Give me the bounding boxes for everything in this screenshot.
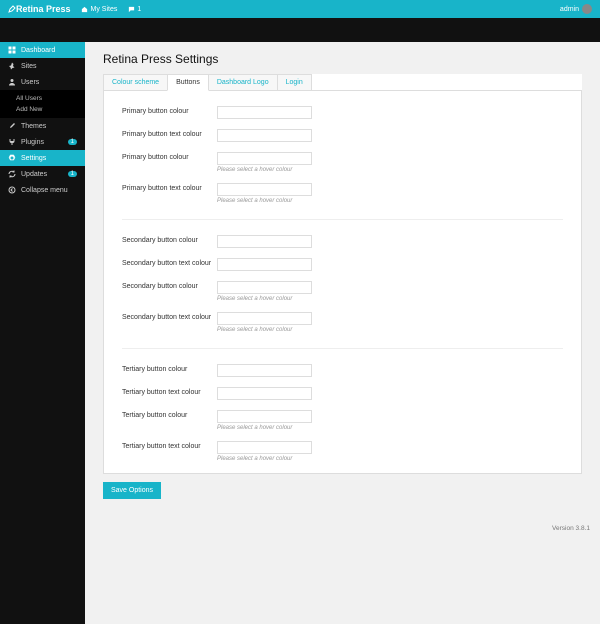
field-row: Primary button text colour (104, 124, 581, 147)
field-hint: Please select a hover colour (217, 327, 312, 333)
field-label: Tertiary button colour (122, 364, 217, 373)
tab-buttons[interactable]: Buttons (167, 74, 209, 91)
sidebar-item-label: Dashboard (21, 47, 55, 54)
sidebar-badge: 1 (68, 171, 77, 177)
field-row: Tertiary button colourPlease select a ho… (104, 405, 581, 436)
brand-label: Retina Press (16, 4, 71, 14)
colour-input[interactable] (217, 235, 312, 248)
sidebar-item-label: Sites (21, 63, 37, 70)
sidebar-item-updates[interactable]: Updates 1 (0, 166, 85, 182)
field-row: Tertiary button colour (104, 359, 581, 382)
page-title: Retina Press Settings (85, 42, 600, 74)
field-row: Primary button colourPlease select a hov… (104, 147, 581, 178)
field-row: Secondary button colourPlease select a h… (104, 276, 581, 307)
field-hint: Please select a hover colour (217, 456, 312, 462)
field-row: Primary button text colourPlease select … (104, 178, 581, 209)
settings-panel: Primary button colour Primary button text… (103, 91, 582, 474)
tab-dashboard-logo[interactable]: Dashboard Logo (208, 74, 278, 90)
colour-input[interactable] (217, 106, 312, 119)
version-label: Version 3.8.1 (85, 519, 600, 538)
admin-bar: Retina Press My Sites 1 admin (0, 0, 600, 18)
user-icon (8, 78, 16, 86)
field-hint: Please select a hover colour (217, 296, 312, 302)
field-row: Tertiary button text colour (104, 382, 581, 405)
colour-input[interactable] (217, 364, 312, 377)
field-label: Primary button colour (122, 152, 217, 161)
sidebar-item-label: Settings (21, 155, 46, 162)
user-menu[interactable]: admin (560, 4, 592, 14)
sidebar-item-collapse-menu[interactable]: Collapse menu (0, 182, 85, 198)
comment-icon (127, 5, 135, 13)
colour-input[interactable] (217, 129, 312, 142)
field-label: Tertiary button text colour (122, 441, 217, 450)
refresh-icon (8, 170, 16, 178)
colour-input[interactable] (217, 312, 312, 325)
sidebar-item-label: Users (21, 79, 39, 86)
user-label: admin (560, 6, 579, 13)
sidebar-item-sites[interactable]: Sites (0, 58, 85, 74)
brush-icon (8, 122, 16, 130)
plug-icon (8, 138, 16, 146)
sidebar-item-dashboard[interactable]: Dashboard (0, 42, 85, 58)
house-icon (81, 5, 89, 13)
sidebar-item-settings[interactable]: Settings (0, 150, 85, 166)
field-row: Primary button colour (104, 101, 581, 124)
colour-input[interactable] (217, 183, 312, 196)
field-row: Secondary button colour (104, 230, 581, 253)
field-row: Tertiary button text colourPlease select… (104, 436, 581, 467)
field-hint: Please select a hover colour (217, 425, 312, 431)
sidebar-item-themes[interactable]: Themes (0, 118, 85, 134)
my-sites-link[interactable]: My Sites (81, 5, 118, 13)
colour-input[interactable] (217, 387, 312, 400)
field-label: Tertiary button text colour (122, 387, 217, 396)
colour-input[interactable] (217, 152, 312, 165)
sidebar-item-plugins[interactable]: Plugins 1 (0, 134, 85, 150)
save-options-button[interactable]: Save Options (103, 482, 161, 499)
sidebar-badge: 1 (68, 139, 77, 145)
my-sites-label: My Sites (91, 6, 118, 13)
comments-count: 1 (137, 6, 141, 13)
sidebar-item-label: Updates (21, 171, 47, 178)
collapse-icon (8, 186, 16, 194)
tab-login[interactable]: Login (277, 74, 312, 90)
field-row: Secondary button text colour (104, 253, 581, 276)
colour-input[interactable] (217, 410, 312, 423)
sidebar-submenu: All UsersAdd New (0, 90, 85, 118)
field-hint: Please select a hover colour (217, 167, 312, 173)
sidebar-item-label: Themes (21, 123, 46, 130)
black-strip (0, 18, 600, 42)
colour-input[interactable] (217, 441, 312, 454)
field-label: Primary button colour (122, 106, 217, 115)
divider (122, 348, 563, 349)
sidebar-item-label: Collapse menu (21, 187, 68, 194)
field-label: Tertiary button colour (122, 410, 217, 419)
field-label: Secondary button text colour (122, 312, 217, 321)
pin-icon (8, 62, 16, 70)
field-label: Secondary button text colour (122, 258, 217, 267)
tabs: Colour schemeButtonsDashboard LogoLogin (103, 74, 582, 91)
field-label: Primary button text colour (122, 183, 217, 192)
field-label: Secondary button colour (122, 235, 217, 244)
comments-link[interactable]: 1 (127, 5, 141, 13)
field-label: Primary button text colour (122, 129, 217, 138)
sidebar-item-label: Plugins (21, 139, 44, 146)
content-area: Retina Press Settings Colour schemeButto… (85, 42, 600, 624)
sidebar-item-users[interactable]: Users (0, 74, 85, 90)
sidebar-sub-add-new[interactable]: Add New (16, 104, 85, 115)
gear-icon (8, 154, 16, 162)
sidebar: Dashboard Sites Users All UsersAdd New Theme… (0, 42, 85, 624)
field-label: Secondary button colour (122, 281, 217, 290)
avatar (582, 4, 592, 14)
pencil-icon (8, 5, 16, 13)
colour-input[interactable] (217, 258, 312, 271)
field-row: Secondary button text colourPlease selec… (104, 307, 581, 338)
field-hint: Please select a hover colour (217, 198, 312, 204)
tab-colour-scheme[interactable]: Colour scheme (103, 74, 168, 90)
colour-input[interactable] (217, 281, 312, 294)
dashboard-icon (8, 46, 16, 54)
sidebar-sub-all-users[interactable]: All Users (16, 93, 85, 104)
divider (122, 219, 563, 220)
